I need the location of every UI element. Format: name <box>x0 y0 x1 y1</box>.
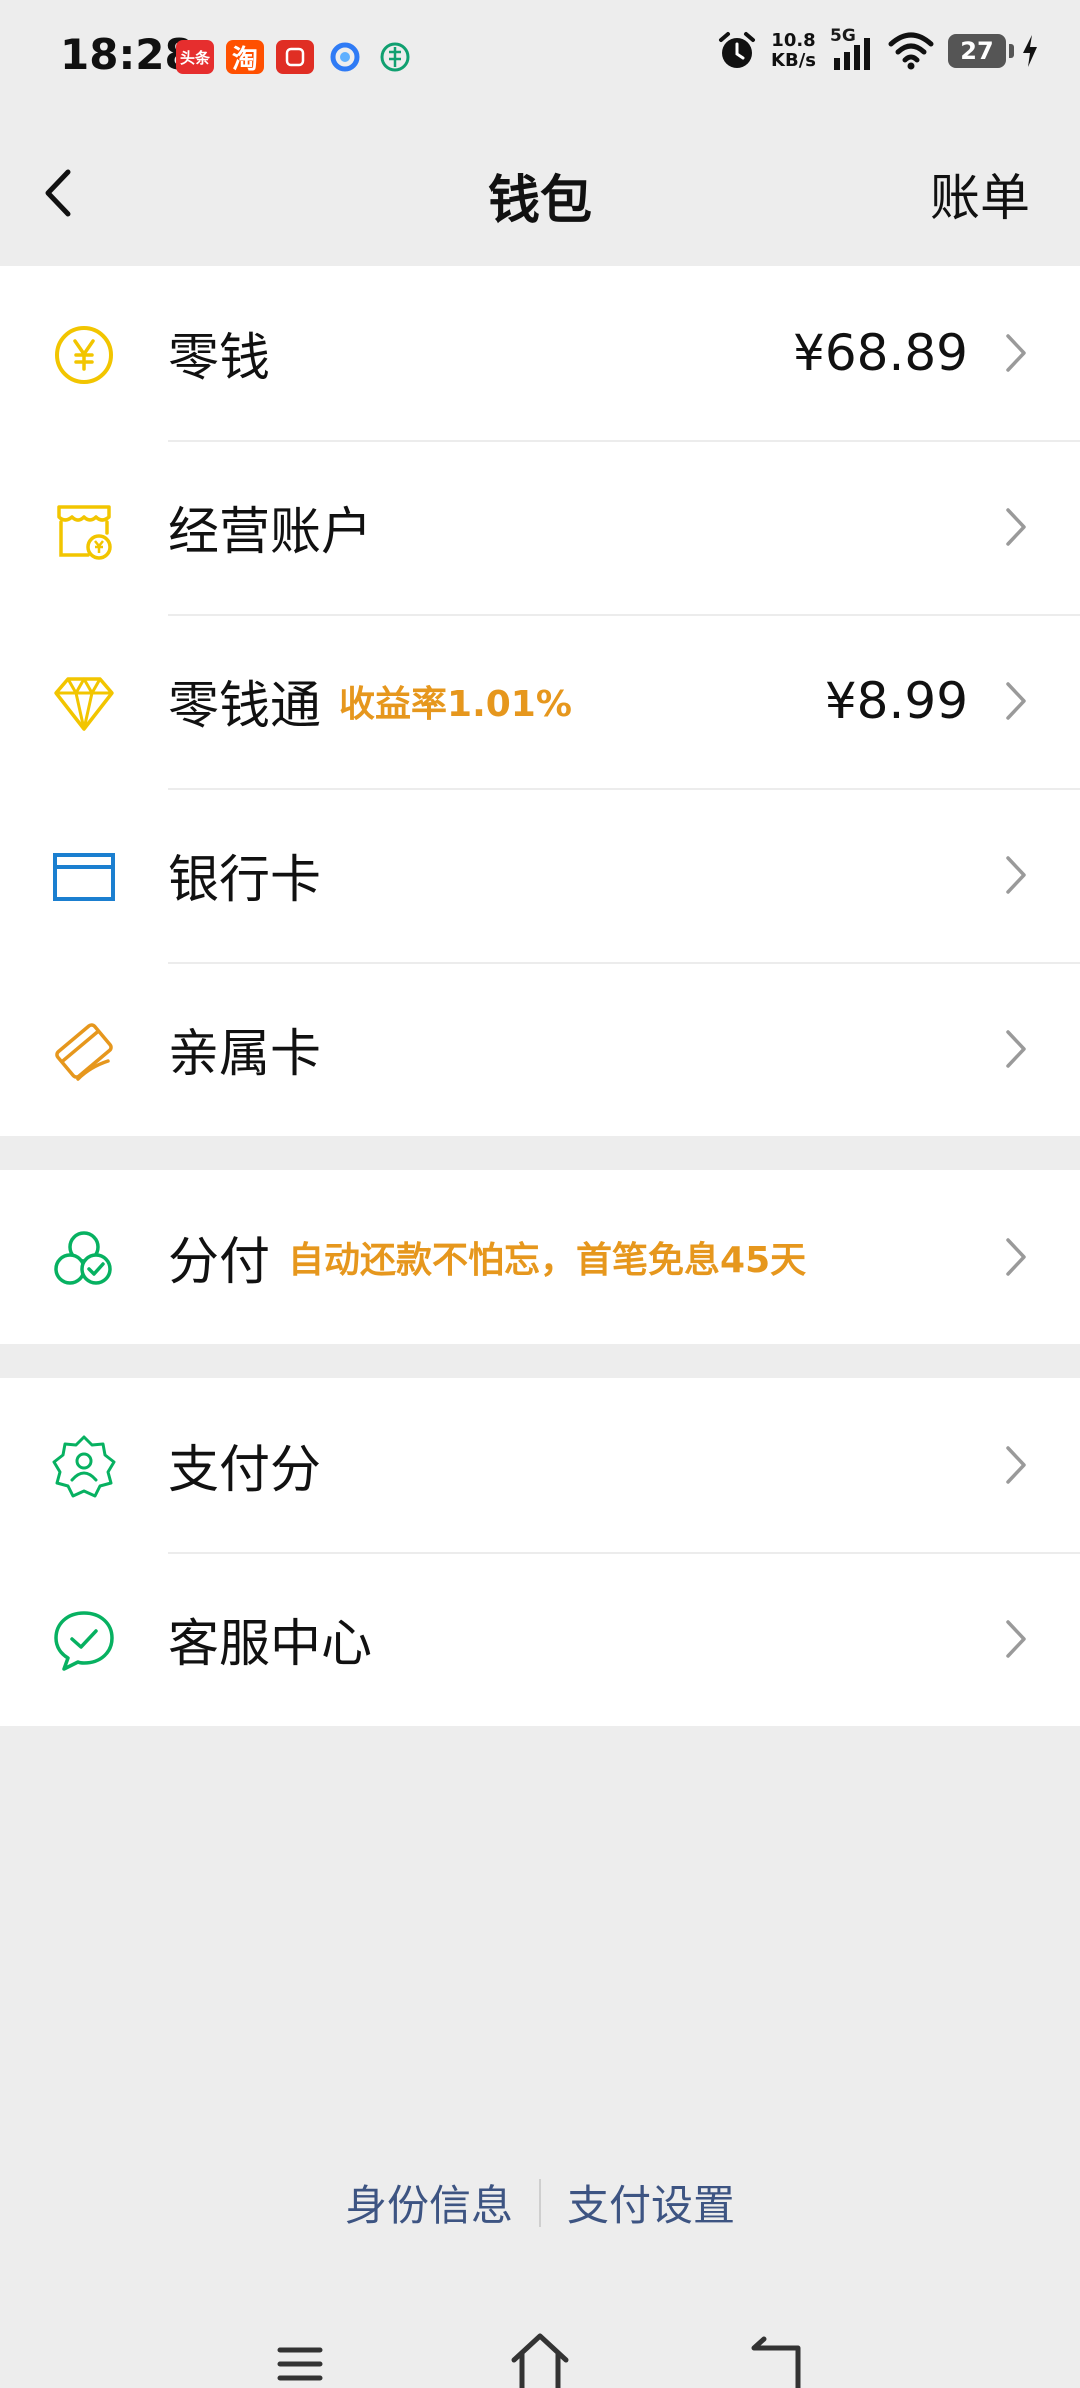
change-balance: ¥68.89 <box>793 324 968 382</box>
shop-icon <box>57 505 112 560</box>
family-card-icon <box>55 1023 113 1081</box>
family-card-label: 亲属卡 <box>168 962 321 1136</box>
identity-info-link[interactable]: 身份信息 <box>345 2172 513 2233</box>
network-speed-value: 10.8 <box>771 30 816 51</box>
lqt-balance: ¥8.99 <box>824 672 968 730</box>
pay-score-icon <box>52 1435 116 1498</box>
chevron-right-icon <box>1006 1446 1026 1484</box>
status-time: 18:28 <box>60 30 194 79</box>
diamond-icon <box>54 677 114 731</box>
pinduoduo-app-icon <box>276 40 314 74</box>
pay-score-label-text: 支付分 <box>168 1441 322 1500</box>
chevron-right-icon <box>1006 682 1026 720</box>
change-label-text: 零钱 <box>168 329 271 388</box>
business-account-row[interactable]: 经营账户 <box>0 440 1080 614</box>
footer-links: 身份信息 支付设置 <box>0 2172 1080 2233</box>
business-account-label-text: 经营账户 <box>168 503 373 562</box>
lqt-label: 零钱通 收益率1.01% <box>168 614 572 788</box>
installment-row[interactable]: 分付 自动还款不怕忘，首笔免息45天 <box>0 1170 1080 1344</box>
status-indicators: 10.8 KB/s 5G 27 <box>717 26 1040 72</box>
lqt-label-text: 零钱通 <box>168 677 322 736</box>
services-group: 支付分 客服中心 <box>0 1378 1080 1726</box>
battery-indicator: 27 <box>948 34 1014 68</box>
installment-label-text: 分付 <box>168 1233 271 1292</box>
chevron-right-icon <box>1006 508 1026 546</box>
installment-promo: 自动还款不怕忘，首笔免息45天 <box>288 1240 807 1281</box>
network-speed-unit: KB/s <box>771 50 816 71</box>
chevron-right-icon <box>1006 1238 1026 1276</box>
lqt-row[interactable]: 零钱通 收益率1.01% ¥8.99 <box>0 614 1080 788</box>
customer-service-label: 客服中心 <box>168 1552 372 1726</box>
status-bar: 18:28 头条 淘 10.8 KB/s 5G 27 <box>0 0 1080 118</box>
system-navigation-bar <box>0 2330 1080 2388</box>
customer-service-label-text: 客服中心 <box>168 1615 373 1674</box>
installment-group: 分付 自动还款不怕忘，首笔免息45天 <box>0 1170 1080 1344</box>
page-title: 钱包 <box>487 171 592 231</box>
family-card-row[interactable]: 亲属卡 <box>0 962 1080 1136</box>
pay-score-label: 支付分 <box>168 1378 321 1552</box>
family-card-label-text: 亲属卡 <box>168 1025 322 1084</box>
bank-card-label-text: 银行卡 <box>168 851 322 910</box>
bill-button[interactable]: 账单 <box>930 158 1030 230</box>
charging-icon <box>1023 35 1037 67</box>
bank-card-icon <box>53 853 115 901</box>
back-nav-icon[interactable] <box>750 2336 806 2388</box>
bank-card-label: 银行卡 <box>168 788 321 962</box>
yen-coin-icon <box>55 326 113 384</box>
network-speed: 10.8 KB/s <box>771 31 816 71</box>
cellular-signal-icon: 5G <box>830 26 874 72</box>
change-label: 零钱 <box>168 266 270 440</box>
footer-divider <box>539 2178 541 2227</box>
wifi-icon <box>888 32 934 70</box>
customer-service-icon <box>54 1611 114 1671</box>
notification-app-icons: 头条 淘 <box>176 40 414 75</box>
lqt-yield-rate: 收益率1.01% <box>339 684 572 725</box>
taobao-app-icon: 淘 <box>226 40 264 75</box>
bank-card-row[interactable]: 银行卡 <box>0 788 1080 962</box>
home-icon[interactable] <box>508 2330 572 2388</box>
browser-app-icon <box>326 40 364 74</box>
chevron-right-icon <box>1006 1030 1026 1068</box>
chevron-right-icon <box>1006 1620 1026 1658</box>
business-account-label: 经营账户 <box>168 440 372 614</box>
toutiao-app-icon: 头条 <box>176 40 214 74</box>
pay-settings-link[interactable]: 支付设置 <box>567 2172 735 2233</box>
change-row[interactable]: 零钱 ¥68.89 <box>0 266 1080 440</box>
bank-app-icon <box>376 40 414 74</box>
wallet-assets-group: 零钱 ¥68.89 经营账户 零钱通 收益率1.01% ¥8.99 银行卡 亲属… <box>0 266 1080 1136</box>
installment-label: 分付 自动还款不怕忘，首笔免息45天 <box>168 1170 806 1344</box>
chevron-right-icon <box>1006 856 1026 894</box>
recent-apps-icon[interactable] <box>275 2338 325 2388</box>
customer-service-row[interactable]: 客服中心 <box>0 1552 1080 1726</box>
installment-icon <box>54 1231 112 1285</box>
pay-score-row[interactable]: 支付分 <box>0 1378 1080 1552</box>
chevron-right-icon <box>1006 334 1026 372</box>
alarm-clock-icon <box>719 32 756 68</box>
navigation-bar: 钱包 账单 <box>0 118 1080 266</box>
